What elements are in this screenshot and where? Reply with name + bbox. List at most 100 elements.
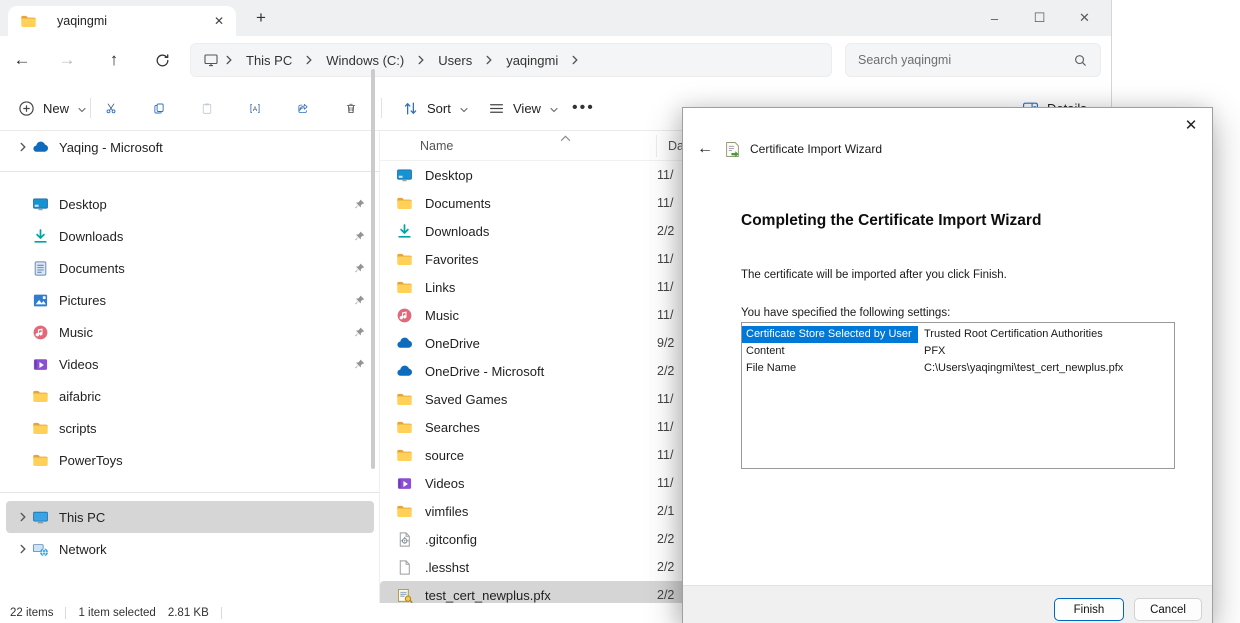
dialog-back-button[interactable]: ←	[695, 140, 715, 158]
finish-button[interactable]: Finish	[1054, 598, 1124, 621]
sort-ascending-icon	[560, 131, 571, 138]
rename-button[interactable]: A	[239, 92, 271, 124]
cut-button[interactable]	[95, 92, 127, 124]
new-button-label: New	[43, 101, 69, 116]
chevron-down-icon	[549, 103, 559, 113]
sidebar-item-label: Downloads	[59, 229, 123, 244]
expander-spacer	[14, 326, 32, 338]
sidebar-item-music[interactable]: Music	[6, 316, 374, 348]
file-name: Desktop	[425, 168, 657, 183]
expander-chevron-icon[interactable]	[14, 511, 32, 523]
wizard-heading: Completing the Certificate Import Wizard	[741, 212, 1041, 230]
sidebar-item-label: Music	[59, 325, 93, 340]
breadcrumb-chevron-icon	[415, 54, 427, 66]
up-button[interactable]: ↑	[99, 46, 129, 74]
sidebar-item-desktop[interactable]: Desktop	[6, 188, 374, 220]
file-date-modified: 2/2	[657, 560, 674, 574]
sidebar-separator	[0, 171, 380, 172]
sort-button-label: Sort	[427, 101, 451, 116]
dialog-footer: Finish Cancel	[683, 585, 1212, 623]
sidebar-item-this-pc[interactable]: This PC	[6, 501, 374, 533]
refresh-button[interactable]	[147, 46, 177, 74]
back-button[interactable]: ←	[7, 46, 37, 74]
address-bar[interactable]: This PC Windows (C:) Users yaqingmi	[190, 43, 832, 77]
copy-button[interactable]	[143, 92, 175, 124]
expander-chevron-icon[interactable]	[14, 543, 32, 555]
toolbar-separator	[381, 98, 382, 118]
dialog-close-icon[interactable]: ✕	[1176, 112, 1206, 138]
sidebar-item-label: PowerToys	[59, 453, 123, 468]
settings-list[interactable]: Certificate Store Selected by UserTruste…	[741, 322, 1175, 469]
paste-icon	[201, 100, 213, 117]
breadcrumb-item-yaqingmi[interactable]: yaqingmi	[497, 53, 567, 68]
file-name: Videos	[425, 476, 657, 491]
sidebar-item-downloads[interactable]: Downloads	[6, 220, 374, 252]
settings-row-file-name[interactable]: File NameC:\Users\yaqingmi\test_cert_new…	[742, 360, 1174, 377]
view-button[interactable]: View	[478, 92, 569, 124]
new-tab-button[interactable]: +	[247, 4, 275, 32]
sidebar-item-videos[interactable]: Videos	[6, 348, 374, 380]
videos-icon	[32, 356, 49, 373]
explorer-tab[interactable]: yaqingmi ✕	[8, 6, 236, 36]
tab-folder-icon	[20, 13, 37, 30]
setting-value: PFX	[918, 343, 1174, 360]
expander-chevron-icon[interactable]	[14, 141, 32, 153]
item-count: 22 items	[10, 607, 53, 619]
file-name: Searches	[425, 420, 657, 435]
sidebar-item-pictures[interactable]: Pictures	[6, 284, 374, 316]
file-date-modified: 11/	[657, 196, 673, 210]
more-options-button[interactable]: •••	[562, 92, 605, 124]
maximize-button[interactable]: ☐	[1017, 10, 1062, 26]
sidebar-item-label: Documents	[59, 261, 125, 276]
sidebar-item-network[interactable]: Network	[6, 533, 374, 565]
file-date-modified: 2/1	[657, 504, 674, 518]
sidebar-item-powertoys[interactable]: PowerToys	[6, 444, 374, 476]
sidebar-item-yaqing-microsoft[interactable]: Yaqing - Microsoft	[6, 131, 374, 163]
breadcrumb-chevron-icon	[569, 54, 581, 66]
sidebar-item-documents[interactable]: Documents	[6, 252, 374, 284]
expander-spacer	[14, 230, 32, 242]
settings-row-certificate-store-selected-by-user[interactable]: Certificate Store Selected by UserTruste…	[742, 326, 1174, 343]
breadcrumb-chevron-icon	[483, 54, 495, 66]
spacer	[0, 476, 380, 484]
music-icon	[396, 307, 413, 324]
file-date-modified: 11/	[657, 420, 673, 434]
folder-icon	[396, 195, 413, 212]
sidebar-item-scripts[interactable]: scripts	[6, 412, 374, 444]
expander-spacer	[14, 262, 32, 274]
breadcrumb-item-users[interactable]: Users	[429, 53, 481, 68]
settings-row-content[interactable]: ContentPFX	[742, 343, 1174, 360]
share-icon	[297, 100, 309, 117]
delete-button[interactable]	[335, 92, 367, 124]
onedrive-icon	[396, 363, 413, 380]
sidebar-item-label: Pictures	[59, 293, 106, 308]
folder-icon	[32, 420, 49, 437]
file-date-modified: 2/2	[657, 532, 674, 546]
cancel-button[interactable]: Cancel	[1134, 598, 1202, 621]
certificate-import-wizard-dialog: ✕ ← Certificate Import Wizard Completing…	[682, 107, 1213, 623]
close-button[interactable]: ✕	[1062, 10, 1107, 26]
breadcrumb-item-windows-c[interactable]: Windows (C:)	[317, 53, 413, 68]
file-name: Favorites	[425, 252, 657, 267]
search-box[interactable]	[845, 43, 1101, 77]
sidebar-item-aifabric[interactable]: aifabric	[6, 380, 374, 412]
copy-icon	[153, 100, 165, 117]
search-input[interactable]	[858, 53, 1073, 67]
column-separator[interactable]	[656, 135, 657, 157]
minimize-button[interactable]: –	[972, 11, 1017, 26]
file-date-modified: 11/	[657, 448, 673, 462]
breadcrumb: This PC Windows (C:) Users yaqingmi	[223, 53, 581, 68]
tab-close-icon[interactable]: ✕	[214, 15, 224, 27]
setting-label: Content	[742, 343, 918, 360]
expander-spacer	[14, 422, 32, 434]
desktop-icon	[32, 196, 49, 213]
new-button[interactable]: New	[8, 92, 97, 124]
column-header-name[interactable]: Name	[420, 139, 453, 153]
sort-button[interactable]: Sort	[392, 92, 479, 124]
navigation-bar: ← → ↑ This PCWindows (C:)Usersyaqingmi	[0, 36, 1111, 84]
share-button[interactable]	[287, 92, 319, 124]
breadcrumb-item-this-pc[interactable]: This PC	[237, 53, 301, 68]
sidebar-scrollbar[interactable]	[371, 69, 375, 469]
pin-icon	[353, 294, 366, 307]
file-name: test_cert_newplus.pfx	[425, 588, 657, 603]
